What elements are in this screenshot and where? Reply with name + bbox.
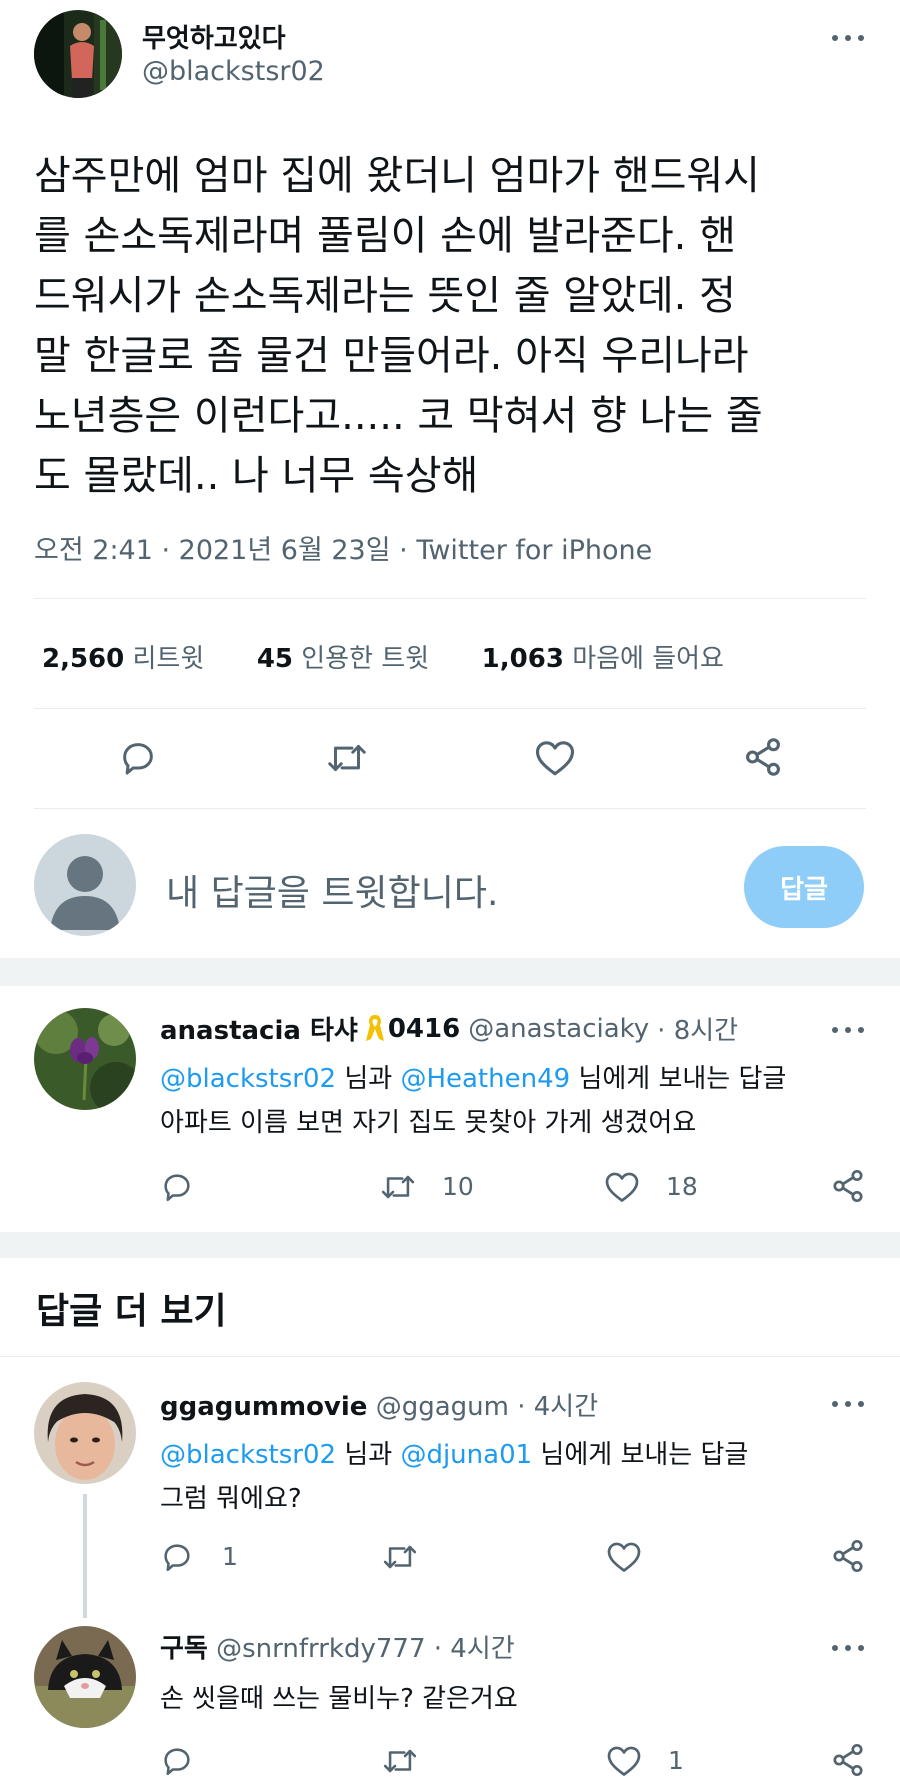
more-replies-title: 답글 더 보기 bbox=[36, 1291, 227, 1332]
reply-time[interactable]: · 8시간 bbox=[657, 1010, 738, 1047]
tweet-text-line: 노년층은 이런다고..... 코 막혀서 향 나는 줄 bbox=[34, 393, 763, 439]
tweet-text: 삼주만에 엄마 집에 왔더니 엄마가 핸드워시 를 손소독제라며 풀림이 손에 … bbox=[34, 146, 763, 506]
reply-text: 아파트 이름 보면 자기 집도 못찾아 가게 생겼어요 bbox=[160, 1108, 697, 1138]
reply-time[interactable]: · 4시간 bbox=[434, 1634, 515, 1664]
mention-link[interactable]: @blackstsr02 bbox=[160, 1064, 336, 1094]
replying-tail: 님에게 보내는 답글 bbox=[578, 1064, 787, 1094]
more-options-icon[interactable] bbox=[832, 32, 864, 44]
share-icon[interactable] bbox=[830, 1538, 866, 1574]
more-options-icon[interactable] bbox=[832, 1398, 864, 1410]
replying-to: @blackstsr02 님과 @Heathen49 님에게 보내는 답글 bbox=[160, 1058, 786, 1095]
more-options-icon[interactable] bbox=[832, 1024, 864, 1036]
replying-connector: 님과 bbox=[344, 1064, 393, 1094]
reply-text: 그럼 뭐에요? bbox=[160, 1484, 302, 1514]
share-icon[interactable] bbox=[830, 1168, 866, 1204]
reply-display-name[interactable]: 구독 bbox=[160, 1634, 208, 1664]
thread-line bbox=[83, 1494, 87, 1618]
mention-link[interactable]: @blackstsr02 bbox=[160, 1440, 336, 1470]
reply-button[interactable]: 답글 bbox=[744, 846, 864, 928]
my-avatar bbox=[34, 834, 136, 936]
divider bbox=[34, 598, 866, 599]
tweet-text-line: 말 한글로 좀 물건 만들어라. 아직 우리나라 bbox=[34, 333, 749, 379]
likes-stat[interactable]: 1,063 마음에 들어요 bbox=[482, 644, 724, 674]
tweet-text-line: 삼주만에 엄마 집에 왔더니 엄마가 핸드워시 bbox=[34, 153, 760, 199]
retweet-icon[interactable] bbox=[380, 1540, 420, 1574]
quotes-stat[interactable]: 45 인용한 트윗 bbox=[257, 644, 438, 674]
reply-text: 손 씻을때 쓰는 물비누? 같은거요 bbox=[160, 1684, 518, 1714]
reply-avatar[interactable] bbox=[34, 1008, 136, 1110]
section-separator bbox=[0, 1232, 900, 1258]
reply-display-name[interactable]: ggagummovie bbox=[160, 1392, 367, 1422]
reply-display-name[interactable]: anastacia 타샤 bbox=[160, 1010, 358, 1047]
retweet-icon[interactable] bbox=[378, 1170, 418, 1204]
tweet-text-line: 도 몰랐데.. 나 너무 속상해 bbox=[34, 453, 479, 499]
quotes-count: 45 bbox=[256, 644, 293, 674]
likes-label: 마음에 들어요 bbox=[572, 644, 724, 674]
reply-time[interactable]: · 4시간 bbox=[517, 1392, 598, 1422]
author-avatar[interactable] bbox=[34, 10, 122, 98]
replying-tail: 님에게 보내는 답글 bbox=[540, 1440, 749, 1470]
retweets-count: 2,560 bbox=[42, 644, 125, 674]
stats-row: 2,560 리트윗 45 인용한 트윗 1,063 마음에 들어요 bbox=[42, 638, 724, 675]
reply-icon[interactable] bbox=[160, 1744, 194, 1778]
replying-connector: 님과 bbox=[344, 1440, 393, 1470]
like-icon[interactable] bbox=[604, 1170, 640, 1204]
retweet-count: 10 bbox=[442, 1172, 474, 1201]
more-options-icon[interactable] bbox=[832, 1642, 864, 1654]
retweet-icon[interactable] bbox=[380, 1744, 420, 1778]
divider bbox=[34, 808, 866, 809]
replying-to: @blackstsr02 님과 @djuna01 님에게 보내는 답글 bbox=[160, 1434, 748, 1471]
tweet-text-line: 를 손소독제라며 풀림이 손에 발라준다. 핸 bbox=[34, 213, 736, 259]
likes-count: 1,063 bbox=[481, 644, 564, 674]
like-icon[interactable] bbox=[606, 1540, 642, 1574]
retweet-icon[interactable] bbox=[324, 738, 370, 778]
reply-handle[interactable]: @anastaciaky bbox=[468, 1014, 649, 1044]
mention-link[interactable]: @Heathen49 bbox=[400, 1064, 570, 1094]
like-icon[interactable] bbox=[606, 1744, 642, 1778]
like-count: 1 bbox=[668, 1746, 684, 1775]
reply-header: anastacia 타샤 0416 @anastaciaky · 8시간 bbox=[160, 1010, 738, 1047]
reply-input[interactable]: 내 답글을 트윗합니다. bbox=[166, 864, 726, 916]
reply-handle[interactable]: @snrnfrrkdy777 bbox=[216, 1634, 425, 1664]
reply-count: 1 bbox=[222, 1542, 238, 1571]
reply-header: 구독 @snrnfrrkdy777 · 4시간 bbox=[160, 1628, 515, 1665]
reply-header: ggagummovie @ggagum · 4시간 bbox=[160, 1386, 598, 1423]
retweets-stat[interactable]: 2,560 리트윗 bbox=[42, 644, 213, 674]
tweet-text-line: 드워시가 손소독제라는 뜻인 줄 알았데. 정 bbox=[34, 273, 736, 319]
share-icon[interactable] bbox=[830, 1742, 866, 1778]
section-separator bbox=[0, 958, 900, 986]
reply-avatar[interactable] bbox=[34, 1626, 136, 1728]
author-display-name[interactable]: 무엇하고있다 bbox=[142, 18, 286, 55]
quotes-label: 인용한 트윗 bbox=[301, 644, 430, 674]
reply-icon[interactable] bbox=[118, 738, 158, 778]
divider bbox=[34, 708, 866, 709]
reply-name-suffix[interactable]: 0416 bbox=[388, 1014, 460, 1044]
reply-avatar[interactable] bbox=[34, 1382, 136, 1484]
author-handle[interactable]: @blackstsr02 bbox=[142, 56, 325, 87]
like-icon[interactable] bbox=[534, 738, 576, 778]
like-count: 18 bbox=[666, 1172, 698, 1201]
reply-handle[interactable]: @ggagum bbox=[376, 1392, 509, 1422]
reply-icon[interactable] bbox=[160, 1540, 194, 1574]
yellow-ribbon-icon bbox=[364, 1013, 386, 1045]
tweet-timestamp[interactable]: 오전 2:41 · 2021년 6월 23일 · Twitter for iPh… bbox=[34, 528, 652, 567]
divider bbox=[0, 1356, 900, 1357]
retweets-label: 리트윗 bbox=[132, 644, 205, 674]
reply-icon[interactable] bbox=[160, 1170, 194, 1204]
share-icon[interactable] bbox=[742, 736, 784, 778]
mention-link[interactable]: @djuna01 bbox=[400, 1440, 532, 1470]
